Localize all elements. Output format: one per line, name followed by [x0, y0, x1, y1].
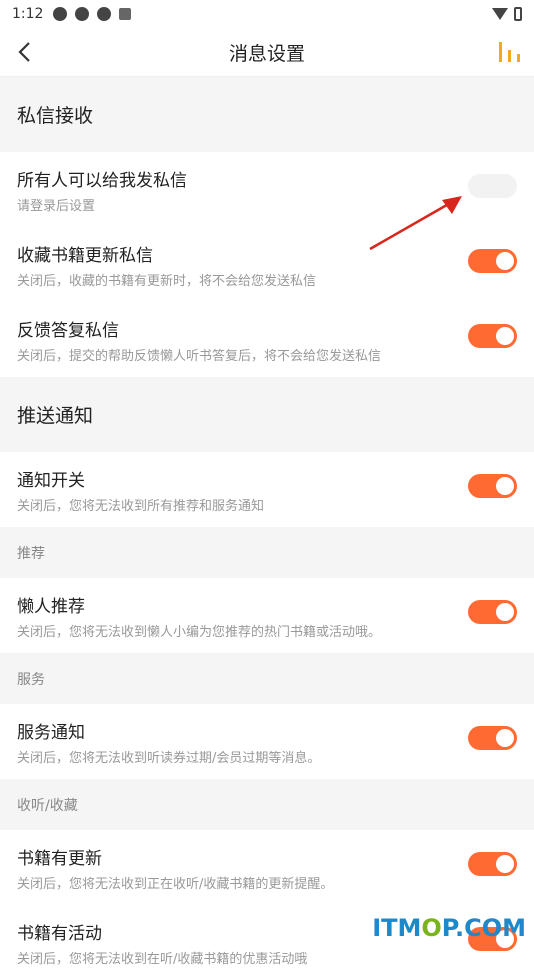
- setting-title: 通知开关: [17, 471, 85, 491]
- setting-desc: 关闭后，提交的帮助反馈懒人听书答复后，将不会给您发送私信: [17, 349, 382, 364]
- setting-notify-switch: 通知开关 关闭后，您将无法收到所有推荐和服务通知: [0, 452, 534, 527]
- watermark-part: ITM: [372, 914, 422, 942]
- toggle-knob: [496, 603, 514, 621]
- section-push-notifications: 推送通知: [0, 377, 534, 452]
- setting-desc: 关闭后，您将无法收到听读券过期/会员过期等消息。: [17, 751, 321, 766]
- toggle-knob: [496, 855, 514, 873]
- toggle-everyone-message[interactable]: [468, 174, 517, 198]
- toggle-knob: [496, 477, 514, 495]
- setting-title: 反馈答复私信: [17, 321, 119, 341]
- toggle-knob: [496, 252, 514, 270]
- setting-title: 服务通知: [17, 723, 85, 743]
- toggle-fav-update-message[interactable]: [468, 249, 517, 273]
- section-private-messages: 私信接收: [0, 77, 534, 152]
- setting-service-notify: 服务通知 关闭后，您将无法收到听读券过期/会员过期等消息。: [0, 704, 534, 779]
- app-notification-icon: [75, 7, 90, 21]
- toggle-lazy-recommend[interactable]: [468, 600, 517, 624]
- toggle-feedback-message[interactable]: [468, 324, 517, 348]
- setting-feedback-message: 反馈答复私信 关闭后，提交的帮助反馈懒人听书答复后，将不会给您发送私信: [0, 302, 534, 377]
- notification-icon: [53, 7, 68, 21]
- setting-book-update: 书籍有更新 关闭后，您将无法收到正在收听/收藏书籍的更新提醒。: [0, 830, 534, 905]
- watermark-part: O: [421, 914, 442, 942]
- toggle-notify-switch[interactable]: [468, 474, 517, 498]
- setting-desc: 请登录后设置: [17, 199, 96, 214]
- setting-title: 所有人可以给我发私信: [17, 171, 187, 191]
- app-notification-icon-2: [97, 7, 112, 21]
- battery-icon: [514, 7, 522, 21]
- setting-lazy-recommend: 懒人推荐 关闭后，您将无法收到懒人小编为您推荐的热门书籍或活动哦。: [0, 578, 534, 653]
- setting-everyone-message: 所有人可以给我发私信 请登录后设置: [0, 152, 534, 227]
- nav-bar: 消息设置: [0, 28, 534, 77]
- watermark-part: P.COM: [441, 914, 526, 942]
- toggle-knob: [496, 729, 514, 747]
- setting-title: 书籍有更新: [17, 849, 102, 869]
- setting-title: 书籍有活动: [17, 924, 102, 944]
- setting-desc: 关闭后，您将无法收到所有推荐和服务通知: [17, 499, 265, 514]
- toggle-knob: [496, 327, 514, 345]
- subheader-service: 服务: [0, 653, 534, 704]
- status-time: 1:12: [12, 6, 44, 22]
- subheader-recommend: 推荐: [0, 527, 534, 578]
- toggle-book-update[interactable]: [468, 852, 517, 876]
- setting-fav-update-message: 收藏书籍更新私信 关闭后，收藏的书籍有更新时，将不会给您发送私信: [0, 227, 534, 302]
- setting-title: 懒人推荐: [17, 597, 85, 617]
- back-arrow-icon[interactable]: [14, 40, 38, 64]
- setting-desc: 关闭后，您将无法收到在听/收藏书籍的优惠活动哦: [17, 952, 308, 967]
- notification-a-icon: [119, 8, 132, 20]
- wifi-icon: [492, 8, 508, 20]
- watermark-logo: ITMOP.COM: [372, 914, 526, 942]
- setting-desc: 关闭后，您将无法收到正在收听/收藏书籍的更新提醒。: [17, 877, 334, 892]
- setting-title: 收藏书籍更新私信: [17, 246, 153, 266]
- subheader-listen: 收听/收藏: [0, 779, 534, 830]
- setting-desc: 关闭后，您将无法收到懒人小编为您推荐的热门书籍或活动哦。: [17, 625, 382, 640]
- status-bar: 1:12: [0, 0, 534, 28]
- toggle-service-notify[interactable]: [468, 726, 517, 750]
- playing-bars-icon[interactable]: [498, 42, 522, 62]
- setting-desc: 关闭后，收藏的书籍有更新时，将不会给您发送私信: [17, 274, 317, 289]
- page-title: 消息设置: [228, 42, 305, 65]
